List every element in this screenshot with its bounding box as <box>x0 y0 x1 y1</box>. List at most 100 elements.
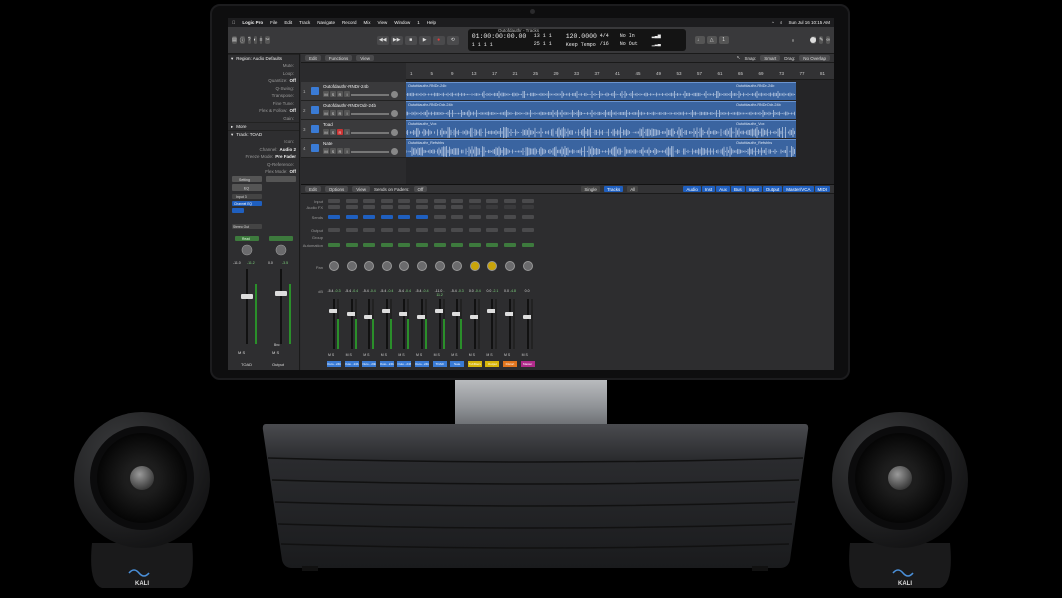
menu-window[interactable]: Window <box>394 20 410 25</box>
ruler[interactable]: 1 5 9 13 17 21 25 29 33 37 41 45 49 53 57 61 65 69 73 77 81 <box>406 63 834 80</box>
menu-record[interactable]: Record <box>342 20 357 25</box>
tracks-functions-menu[interactable]: Functions <box>324 55 353 61</box>
setting-slot-out[interactable] <box>266 176 296 182</box>
mute-button[interactable]: M <box>323 91 329 97</box>
menu-file[interactable]: File <box>270 20 277 25</box>
pan-knob[interactable] <box>505 261 515 271</box>
region-header[interactable]: ▾ Region: Audio Defaults <box>228 54 299 62</box>
count-in-button[interactable]: 1 <box>718 36 729 44</box>
output-slot[interactable] <box>380 228 393 232</box>
editors-button[interactable]: ✂ <box>265 36 270 44</box>
pan-knob[interactable] <box>364 261 375 271</box>
region-param-row[interactable]: Flex & Follow: Off <box>228 107 299 115</box>
audio-fx-slot[interactable] <box>504 205 516 209</box>
forward-button[interactable]: ▶▶ <box>390 35 403 45</box>
input-monitor-button[interactable]: I <box>344 110 350 116</box>
mute-solo[interactable]: M S <box>238 350 245 355</box>
output-slot[interactable] <box>468 228 481 232</box>
menu-navigate[interactable]: Navigate <box>317 20 335 25</box>
mixer-options-menu[interactable]: Options <box>324 186 349 192</box>
mute-solo-buttons[interactable]: M S <box>522 353 528 357</box>
audio-region[interactable]: Outofdauthr_Refshhs Outofdauthr_Refshhs <box>406 139 796 157</box>
filter-master-vca[interactable]: Master/VCA <box>783 186 814 192</box>
audio-region[interactable]: Outofdauthr-RNDrOdr-24b Outofdauthr-RNDrO… <box>406 101 796 119</box>
send-slot[interactable] <box>345 215 358 219</box>
automation-slot[interactable] <box>433 243 446 247</box>
automation-slot[interactable] <box>328 243 340 247</box>
send-slot[interactable] <box>521 215 534 219</box>
more-header[interactable]: ▸ More <box>228 122 299 130</box>
pan-knob[interactable] <box>487 261 498 271</box>
solo-button[interactable]: S <box>330 91 336 97</box>
input-slot[interactable] <box>521 199 534 203</box>
audio-fx-slot[interactable] <box>328 205 340 209</box>
fader-cap[interactable] <box>241 294 253 299</box>
mute-button[interactable]: M <box>323 129 329 135</box>
region-param-row[interactable]: Loop: <box>228 70 299 78</box>
all-button[interactable]: All <box>627 186 639 192</box>
mute-solo-buttons[interactable]: M S <box>416 353 422 357</box>
mute-solo-buttons[interactable]: M S <box>398 353 404 357</box>
volume-slider[interactable] <box>351 113 389 115</box>
filter-inst[interactable]: Inst <box>701 186 716 192</box>
pan-knob[interactable] <box>391 110 398 117</box>
mute-solo-out[interactable]: M S <box>272 350 279 355</box>
send-slot[interactable] <box>451 215 464 219</box>
automation-slot[interactable] <box>486 243 499 247</box>
send-slot[interactable] <box>504 215 516 219</box>
region-param-row[interactable]: Gain: <box>228 115 299 123</box>
notes-button[interactable]: ✎ <box>819 36 824 44</box>
pan-knob[interactable] <box>346 261 357 271</box>
filter-output[interactable]: Output <box>762 186 783 192</box>
send-slot[interactable] <box>232 208 244 213</box>
audio-fx-slot[interactable] <box>486 205 499 209</box>
mute-solo-buttons[interactable]: M S <box>504 353 510 357</box>
tuner-button[interactable]: ♩ <box>694 36 705 44</box>
input-monitor-button[interactable]: I <box>344 129 350 135</box>
app-menu[interactable]: Logic Pro <box>242 20 263 25</box>
menu-1[interactable]: 1 <box>417 20 420 25</box>
automation-slot[interactable] <box>468 243 481 247</box>
record-button[interactable]: ● <box>432 35 445 45</box>
audio-fx-slot[interactable] <box>468 205 481 209</box>
send-slot[interactable] <box>398 215 411 219</box>
search-icon[interactable]: ⌕ <box>780 20 783 25</box>
mixer-button[interactable]: ≡ <box>259 36 263 44</box>
region-area[interactable]: Outofdauthr-RNDr-24b Outofdauthr-RNDr-24b… <box>406 80 834 184</box>
output-slot[interactable] <box>521 228 534 232</box>
automation-slot[interactable] <box>363 243 376 247</box>
region-param-row[interactable]: Mute: <box>228 62 299 70</box>
input-slot[interactable] <box>504 199 516 203</box>
rewind-button[interactable]: ◀◀ <box>376 35 389 45</box>
pan-knob[interactable] <box>241 244 253 256</box>
metronome-button[interactable]: △ <box>706 36 717 44</box>
region-param-row[interactable]: Fine Tune: <box>228 100 299 108</box>
loops-button[interactable]: ∞ <box>826 36 830 44</box>
mute-solo-buttons[interactable]: M S <box>434 353 440 357</box>
tracks-view-menu[interactable]: View <box>356 55 374 61</box>
smart-controls-button[interactable]: ◐ <box>253 36 257 44</box>
pan-knob[interactable] <box>329 261 339 271</box>
tracks-edit-menu[interactable]: Edit <box>305 55 321 61</box>
track-header[interactable]: 2 Outofdauthr-RNDrOdr-24b M S R I <box>301 101 406 120</box>
automation-slot[interactable] <box>380 243 393 247</box>
mute-solo-buttons[interactable]: M S <box>469 353 475 357</box>
sends-select[interactable]: Off <box>413 186 428 192</box>
track-header[interactable]: 4 Nate M S R I <box>301 139 406 158</box>
filter-audio[interactable]: Audio <box>683 186 701 192</box>
menu-track[interactable]: Track <box>299 20 310 25</box>
record-enable-button[interactable]: R <box>337 110 343 116</box>
single-button[interactable]: Single <box>581 186 600 192</box>
audio-fx-slot[interactable] <box>345 205 358 209</box>
pan-knob[interactable] <box>381 261 392 271</box>
send-slot[interactable] <box>486 215 499 219</box>
pan-knob[interactable] <box>434 261 445 271</box>
audio-fx-slot[interactable] <box>380 205 393 209</box>
menu-edit[interactable]: Edit <box>284 20 292 25</box>
pan-knob[interactable] <box>391 148 398 155</box>
mute-solo-buttons[interactable]: M S <box>381 353 387 357</box>
volume-slider[interactable] <box>351 151 389 153</box>
output-slot[interactable] <box>363 228 376 232</box>
audio-fx-slot[interactable] <box>363 205 376 209</box>
volume-slider[interactable] <box>351 94 389 96</box>
